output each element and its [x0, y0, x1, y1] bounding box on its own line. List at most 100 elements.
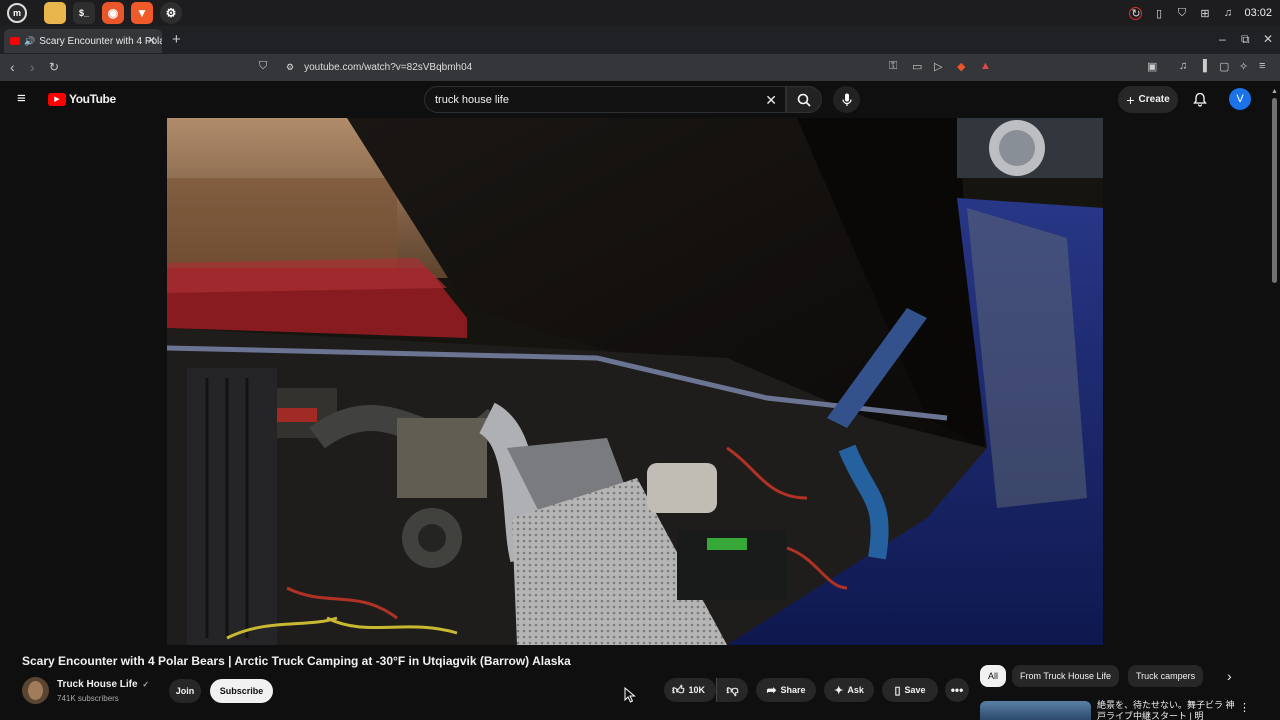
share-button[interactable]: ➦ Share [756, 678, 816, 702]
search-icon [797, 93, 811, 107]
bookmark-save-icon: ▯ [894, 684, 901, 697]
notifications-bell-icon[interactable] [1193, 92, 1207, 107]
join-button[interactable]: Join [169, 679, 201, 703]
recommended-title[interactable]: 絶景を、待たせない。舞子ビラ 神戸ライブ中継スタート | 明 [1097, 700, 1235, 720]
os-taskbar: m $_ ◉ ▼ ⚙ ↻ ▯ ⛉ ⊞ ♫ 03:02 [0, 0, 1280, 26]
channel-name-text[interactable]: Truck House Life [57, 679, 138, 690]
microphone-icon [841, 93, 852, 106]
network-icon[interactable]: ⊞ [1198, 7, 1211, 20]
ask-label: Ask [847, 685, 864, 695]
chip-truck-campers[interactable]: Truck campers [1128, 665, 1204, 687]
youtube-header: ≡ ▶ YouTube truck house life ✕ + Create … [0, 81, 1280, 118]
recommended-more-icon[interactable]: ⋮ [1239, 701, 1250, 714]
avatar-letter: V [1236, 93, 1244, 105]
firefox-icon[interactable]: ◉ [102, 2, 124, 24]
leo-icon[interactable]: ✧ [1239, 60, 1248, 73]
back-button[interactable]: ‹ [10, 59, 15, 75]
wallet-icon[interactable]: ▢ [1219, 60, 1229, 73]
share-icon: ➦ [766, 683, 777, 697]
chips-next-icon[interactable]: › [1227, 668, 1232, 684]
media-icon[interactable]: ♫ [1179, 60, 1187, 72]
music-icon[interactable]: ♫ [1221, 7, 1234, 20]
close-tab-icon[interactable]: ✕ [147, 34, 156, 47]
play-icon[interactable]: ▷ [934, 60, 942, 73]
verified-icon: ✓ [142, 680, 150, 689]
save-button[interactable]: ▯ Save [882, 678, 938, 702]
chip-from-channel-label: From Truck House Life [1020, 671, 1112, 681]
subscriber-count: 741K subscribers [57, 694, 119, 703]
reload-button[interactable]: ↻ [49, 60, 59, 74]
update-icon[interactable]: ↻ [1129, 6, 1143, 20]
video-frame[interactable] [167, 118, 1103, 645]
toggle-icon[interactable]: ▯ [1152, 7, 1165, 20]
speaker-icon[interactable]: 🔊 [24, 36, 35, 47]
files-icon[interactable] [44, 2, 66, 24]
subscribe-button[interactable]: Subscribe [210, 679, 273, 703]
bookmark-icon[interactable]: ⛉ [259, 60, 267, 73]
new-tab-button[interactable]: + [172, 31, 181, 48]
page-scrollbar[interactable]: ▲ [1270, 88, 1280, 720]
minimize-button[interactable]: – [1219, 32, 1226, 46]
tab-title: Scary Encounter with 4 Polar Bears [39, 35, 162, 47]
address-bar[interactable]: ⚙ youtube.com/watch?v=82sVBqbmh04 [282, 57, 982, 78]
voice-search-button[interactable] [833, 86, 860, 113]
chip-all[interactable]: All [980, 665, 1007, 687]
channel-name[interactable]: Truck House Life ✓ [57, 679, 149, 690]
mouse-cursor [624, 687, 636, 703]
dislike-button[interactable]: 👎︎ [716, 678, 748, 702]
search-input-value[interactable]: truck house life [435, 94, 509, 106]
clock[interactable]: 03:02 [1244, 7, 1272, 19]
video-player[interactable] [0, 118, 1280, 645]
brave-rewards-icon[interactable]: ▲ [980, 60, 991, 72]
browser-tab[interactable]: 🔊 Scary Encounter with 4 Polar Bears ✕ [4, 29, 162, 53]
join-label: Join [175, 686, 195, 696]
recommended-thumbnail[interactable] [980, 701, 1091, 720]
share-label: Share [780, 685, 806, 695]
channel-avatar[interactable] [22, 677, 49, 704]
cast-icon[interactable]: ▭ [912, 60, 922, 73]
thumbs-down-icon: 👎︎ [726, 682, 739, 697]
sparkle-icon: ✦ [834, 684, 844, 697]
youtube-logo-text: YouTube [69, 92, 116, 106]
plus-icon: + [1126, 91, 1135, 108]
brave-shields-icon[interactable]: ◆ [957, 60, 965, 73]
menu-icon[interactable]: ≡ [1259, 60, 1265, 72]
search-button[interactable] [786, 86, 822, 113]
url-text[interactable]: youtube.com/watch?v=82sVBqbmh04 [304, 62, 472, 73]
chip-from-channel[interactable]: From Truck House Life [1012, 665, 1120, 687]
scroll-up-arrow-icon[interactable]: ▲ [1271, 88, 1278, 95]
youtube-logo[interactable]: ▶ YouTube [48, 92, 116, 106]
youtube-play-icon: ▶ [48, 92, 66, 106]
shield-icon[interactable]: ⛉ [1175, 7, 1188, 20]
chip-all-label: All [988, 671, 999, 681]
mint-menu-icon[interactable]: m [7, 3, 27, 23]
create-label: Create [1138, 94, 1170, 105]
scrollbar-thumb[interactable] [1272, 98, 1277, 283]
site-info-icon[interactable]: ⚙ [286, 62, 294, 73]
like-button[interactable]: 👍︎ 10K [664, 678, 716, 702]
thumbs-up-icon: 👍︎ [672, 682, 685, 697]
more-actions-button[interactable]: ••• [945, 678, 969, 702]
search-input[interactable]: truck house life ✕ [424, 86, 786, 113]
video-title: Scary Encounter with 4 Polar Bears | Arc… [22, 654, 571, 668]
maximize-button[interactable]: ⧉ [1241, 32, 1250, 47]
close-window-button[interactable]: ✕ [1263, 32, 1273, 46]
settings-icon[interactable]: ⚙ [160, 2, 182, 24]
like-count: 10K [688, 685, 706, 695]
video-frame-image [167, 118, 1103, 645]
ask-button[interactable]: ✦ Ask [824, 678, 874, 702]
screenshot-icon[interactable]: ▣ [1147, 60, 1157, 73]
avatar[interactable]: V [1229, 88, 1251, 110]
forward-button[interactable]: › [30, 59, 35, 75]
brave-icon[interactable]: ▼ [131, 2, 153, 24]
hamburger-menu-icon[interactable]: ≡ [17, 90, 26, 107]
clear-search-icon[interactable]: ✕ [765, 92, 777, 109]
more-icon: ••• [950, 683, 964, 697]
key-icon[interactable]: ⚿ [889, 60, 897, 73]
youtube-favicon-icon [10, 37, 20, 45]
sidebar-icon[interactable]: ▐ [1199, 60, 1207, 72]
system-tray: ↻ ▯ ⛉ ⊞ ♫ 03:02 [1129, 0, 1272, 26]
browser-tab-bar: 🔊 Scary Encounter with 4 Polar Bears ✕ [0, 26, 1280, 54]
create-button[interactable]: + Create [1118, 86, 1178, 113]
terminal-icon[interactable]: $_ [73, 2, 95, 24]
